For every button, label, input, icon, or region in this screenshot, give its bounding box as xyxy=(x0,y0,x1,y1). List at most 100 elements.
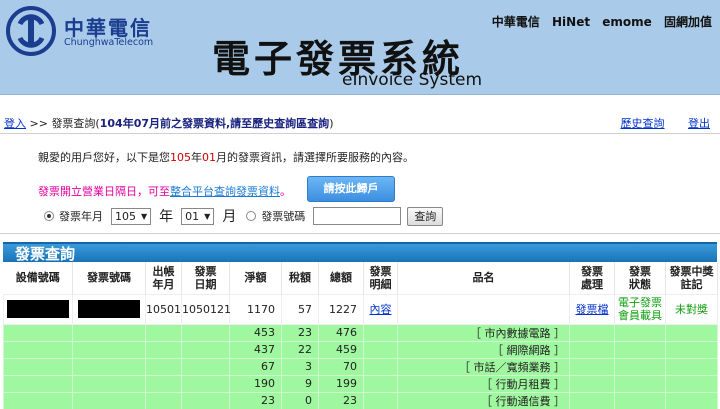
item-total: 23 xyxy=(318,391,364,409)
header-banner: 中華電信 ChunghwaTelecom 中華電信 HiNet emome 固網… xyxy=(0,0,720,95)
col-invoice-number: 發票號碼 xyxy=(72,262,146,294)
greeting-text: 親愛的用戶您好，以下是您105年01月的發票資訊，請選擇所要服務的內容。 xyxy=(38,149,414,165)
col-net-amount: 淨額 xyxy=(229,262,282,294)
top-links: 歷史查詢 登出 xyxy=(601,115,711,131)
month-unit: 月 xyxy=(222,209,237,225)
note-prefix: 發票開立營業日隔日，可至 xyxy=(38,185,170,198)
greeting-year: 105 xyxy=(170,151,191,164)
month-select[interactable]: 01 ▼ xyxy=(181,207,215,225)
logo-text-en: ChunghwaTelecom xyxy=(64,37,154,48)
history-query-link[interactable]: 歷史查詢 xyxy=(621,117,665,130)
breadcrumb-separator: >> xyxy=(29,117,48,130)
item-net: 67 xyxy=(229,357,282,376)
radio-invoice-number-label: 發票號碼 xyxy=(261,210,306,223)
item-net: 453 xyxy=(229,323,282,342)
year-select-value: 105 xyxy=(115,209,136,223)
chunghwa-logo[interactable]: 中華電信 ChunghwaTelecom xyxy=(6,6,156,56)
item-net: 437 xyxy=(229,340,282,359)
chunghwa-logo-icon xyxy=(6,6,56,56)
cell-processing: 發票檔 xyxy=(569,293,615,325)
year-select[interactable]: 105 ▼ xyxy=(111,207,152,225)
invoice-number-input[interactable] xyxy=(313,207,402,225)
divider xyxy=(0,133,720,134)
item-name: ［ 市內數據電路 ］ xyxy=(397,323,570,342)
col-item-name: 品名 xyxy=(397,262,570,294)
cell-item-name xyxy=(397,293,570,325)
integrated-platform-link[interactable]: 整合平台查詢發票資料 xyxy=(170,185,280,198)
bind-account-button[interactable]: 請按此歸戶 xyxy=(307,176,395,202)
greeting-year-suffix: 年 xyxy=(191,151,202,164)
brand-link-value-added[interactable]: 固網加值 xyxy=(664,15,712,29)
cell-total: 1227 xyxy=(318,293,364,325)
platform-note: 發票開立營業日隔日，可至整合平台查詢發票資料。 xyxy=(38,183,291,199)
item-total: 459 xyxy=(318,340,364,359)
item-name: ［ 行動月租費 ］ xyxy=(397,374,570,393)
col-prize-mark: 發票中獎 註記 xyxy=(665,262,718,294)
brand-links: 中華電信 HiNet emome 固網加值 xyxy=(484,13,712,30)
query-button[interactable]: 查詢 xyxy=(407,206,444,226)
item-total: 476 xyxy=(318,323,364,342)
brand-link-emome[interactable]: emome xyxy=(602,15,652,29)
item-net: 190 xyxy=(229,374,282,393)
table-row: 190 9 199 ［ 行動月租費 ］ xyxy=(3,374,718,393)
col-tax: 稅額 xyxy=(281,262,319,294)
table-header-row: 設備號碼 發票號碼 出帳 年月 發票 日期 淨額 稅額 總額 發票 明細 品名 … xyxy=(3,262,718,294)
table-row: 453 23 476 ［ 市內數據電路 ］ xyxy=(3,323,718,342)
item-name: ［ 市話／寬頻業務 ］ xyxy=(397,357,570,376)
col-device-number: 設備號碼 xyxy=(3,262,73,294)
cell-detail: 內容 xyxy=(363,293,398,325)
invoice-file-link[interactable]: 發票檔 xyxy=(576,303,609,316)
year-unit: 年 xyxy=(159,209,174,225)
table-row: 67 3 70 ［ 市話／寬頻業務 ］ xyxy=(3,357,718,376)
table-row: 10501 1050121 1170 57 1227 內容 發票檔 電子發票 會… xyxy=(3,293,718,325)
greeting-suffix: 月的發票資訊，請選擇所要服務的內容。 xyxy=(216,151,414,164)
cell-invoice-date: 1050121 xyxy=(181,293,231,325)
month-select-value: 01 xyxy=(185,209,200,223)
detail-link[interactable]: 內容 xyxy=(370,303,392,316)
cell-prize: 未對獎 xyxy=(665,293,718,325)
breadcrumb-close: ) xyxy=(329,117,334,130)
brand-link-cht[interactable]: 中華電信 xyxy=(492,15,540,29)
radio-invoice-number[interactable] xyxy=(246,211,257,221)
item-name: ［ 網際網路 ］ xyxy=(397,340,570,359)
system-subtitle: eInvoice System xyxy=(342,70,483,90)
logout-link[interactable]: 登出 xyxy=(688,117,710,130)
brand-link-hinet[interactable]: HiNet xyxy=(552,15,590,29)
invoice-table: 設備號碼 發票號碼 出帳 年月 發票 日期 淨額 稅額 總額 發票 明細 品名 … xyxy=(3,262,718,409)
col-invoice-date: 發票 日期 xyxy=(181,262,230,294)
table-row: 23 0 23 ［ 行動通信費 ］ xyxy=(3,391,718,409)
col-billing-month: 出帳 年月 xyxy=(145,262,182,294)
item-total: 70 xyxy=(318,357,364,376)
chevron-down-icon: ▼ xyxy=(141,211,148,221)
cell-tax: 57 xyxy=(281,293,319,325)
item-net: 23 xyxy=(229,391,282,409)
col-total: 總額 xyxy=(318,262,364,294)
breadcrumb-current: 發票查詢( xyxy=(51,117,100,130)
greeting-prefix: 親愛的用戶您好，以下是您 xyxy=(38,151,170,164)
item-tax: 23 xyxy=(281,323,319,342)
chevron-down-icon: ▼ xyxy=(204,211,211,221)
item-tax: 9 xyxy=(281,374,319,393)
redaction-box xyxy=(7,300,69,318)
breadcrumb-notice: 104年07月前之發票資料,請至歷史查詢區查詢 xyxy=(99,117,330,130)
col-status: 發票 狀態 xyxy=(614,262,666,294)
breadcrumb-login-link[interactable]: 登入 xyxy=(4,117,26,130)
item-tax: 0 xyxy=(281,391,319,409)
item-tax: 22 xyxy=(281,340,319,359)
redaction-box xyxy=(78,300,140,318)
radio-invoice-month[interactable] xyxy=(44,211,54,221)
cell-status: 電子發票 會員載具 xyxy=(614,293,666,325)
item-tax: 3 xyxy=(281,357,319,376)
item-total: 199 xyxy=(318,374,364,393)
section-title-bar: 發票查詢 xyxy=(3,242,717,263)
item-name: ［ 行動通信費 ］ xyxy=(397,391,570,409)
breadcrumb: 登入 >> 發票查詢(104年07月前之發票資料,請至歷史查詢區查詢) xyxy=(4,115,333,131)
cell-billing-month: 10501 xyxy=(145,293,182,325)
radio-invoice-month-label: 發票年月 xyxy=(59,210,103,223)
invoice-number-redacted xyxy=(72,293,146,325)
note-suffix: 。 xyxy=(280,185,291,198)
divider xyxy=(0,233,720,234)
col-processing: 發票 處理 xyxy=(569,262,615,294)
greeting-month: 01 xyxy=(202,151,216,164)
cell-net: 1170 xyxy=(229,293,282,325)
